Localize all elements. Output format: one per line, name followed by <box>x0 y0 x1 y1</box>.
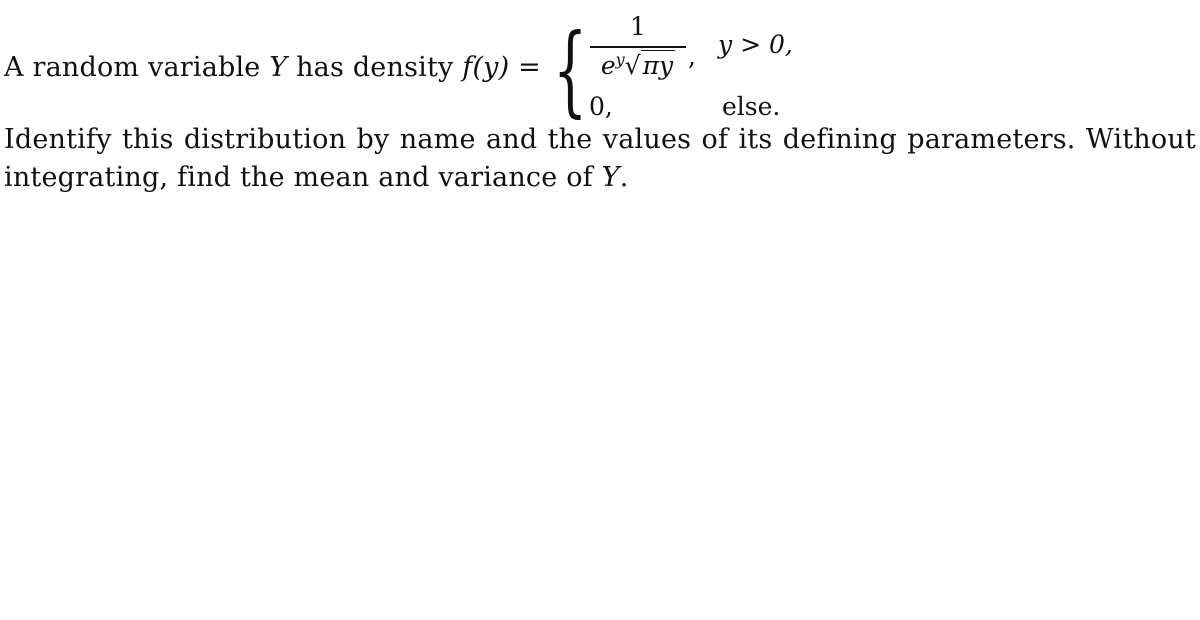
word: of <box>701 124 729 155</box>
sqrt: √πy <box>624 50 676 80</box>
fraction-bar <box>590 46 686 48</box>
word: values <box>602 124 692 155</box>
denominator: ey√πy <box>590 50 686 80</box>
problem-line-2: Identify this distribution by name and t… <box>4 124 1196 155</box>
condition-1: y > 0, <box>718 30 793 59</box>
word: parameters. <box>907 124 1076 155</box>
fraction: 1 ey√πy <box>590 12 686 80</box>
text: integrating, find the mean and variance … <box>4 162 602 193</box>
variable-Y: Y <box>269 52 288 83</box>
word: by <box>356 124 390 155</box>
word: its <box>738 124 773 155</box>
word: the <box>547 124 593 155</box>
text: . <box>619 162 629 193</box>
comma: , <box>688 42 696 71</box>
word: distribution <box>183 124 347 155</box>
numerator: 1 <box>630 12 646 41</box>
text: has density <box>287 52 463 83</box>
text: A random variable <box>4 52 270 83</box>
left-brace: { <box>553 14 588 128</box>
case-2-value: 0, <box>589 92 613 121</box>
sqrt-symbol: √ <box>624 51 641 80</box>
word: Without <box>1085 124 1196 155</box>
problem-line-3: integrating, find the mean and variance … <box>4 162 628 193</box>
base-e: e <box>600 51 616 80</box>
condition-2: else. <box>722 92 781 121</box>
word: defining <box>782 124 897 155</box>
density-function: f(y) = <box>462 52 541 83</box>
variable-Y: Y <box>601 162 620 193</box>
word: this <box>121 124 174 155</box>
radicand: πy <box>640 50 676 80</box>
problem-line-1: A random variable Y has density f(y) = <box>4 52 541 83</box>
word: name <box>399 124 476 155</box>
exponent: y <box>615 50 625 69</box>
word: and <box>485 124 538 155</box>
word: Identify <box>4 124 112 155</box>
